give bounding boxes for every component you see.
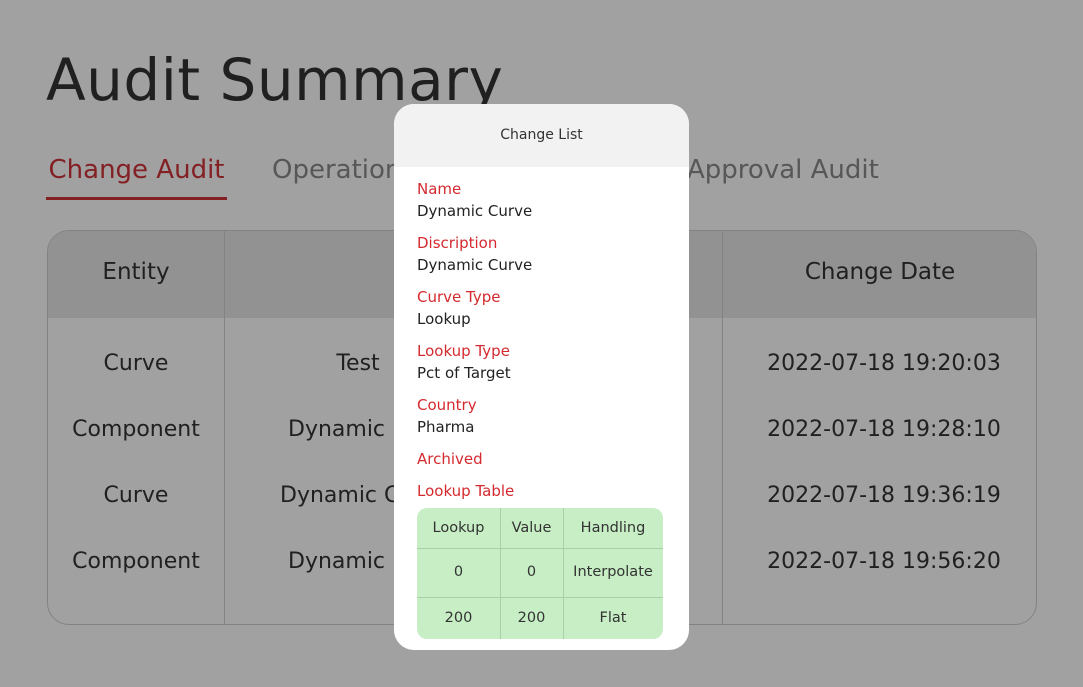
lookup-cell: Flat — [599, 610, 627, 626]
field-label-name: Name — [417, 180, 462, 198]
lookup-table: Lookup Value Handling 0 0 Interpolate 20… — [417, 508, 663, 639]
field-label-curve-type: Curve Type — [417, 288, 501, 306]
lookup-cell: 200 — [517, 610, 546, 626]
lookup-header-lookup: Lookup — [432, 520, 485, 536]
lookup-header-handling: Handling — [580, 520, 646, 536]
field-label-description: Discription — [417, 234, 498, 252]
field-label-archived: Archived — [417, 450, 483, 468]
field-value-description: Dynamic Curve — [417, 256, 533, 274]
lookup-cell: 0 — [526, 564, 537, 580]
lookup-cell: 200 — [444, 610, 473, 626]
field-label-lookup-type: Lookup Type — [417, 342, 510, 360]
field-value-lookup-type: Pct of Target — [417, 364, 511, 382]
field-value-name: Dynamic Curve — [417, 202, 533, 220]
field-value-curve-type: Lookup — [417, 310, 471, 328]
change-list-fields: Name Dynamic Curve Discription Dynamic C… — [417, 178, 669, 502]
field-label-country: Country — [417, 396, 477, 414]
change-list-modal: Change List Name Dynamic Curve Discripti… — [394, 104, 689, 650]
lookup-cell: Interpolate — [573, 564, 653, 580]
lookup-table-label: Lookup Table — [417, 482, 515, 500]
field-value-country: Pharma — [417, 418, 475, 436]
lookup-header-value: Value — [511, 520, 552, 536]
audit-summary-page: Audit Summary Change Audit Operation Aud… — [0, 0, 1083, 687]
modal-title: Change List — [394, 104, 689, 167]
lookup-cell: 0 — [453, 564, 464, 580]
